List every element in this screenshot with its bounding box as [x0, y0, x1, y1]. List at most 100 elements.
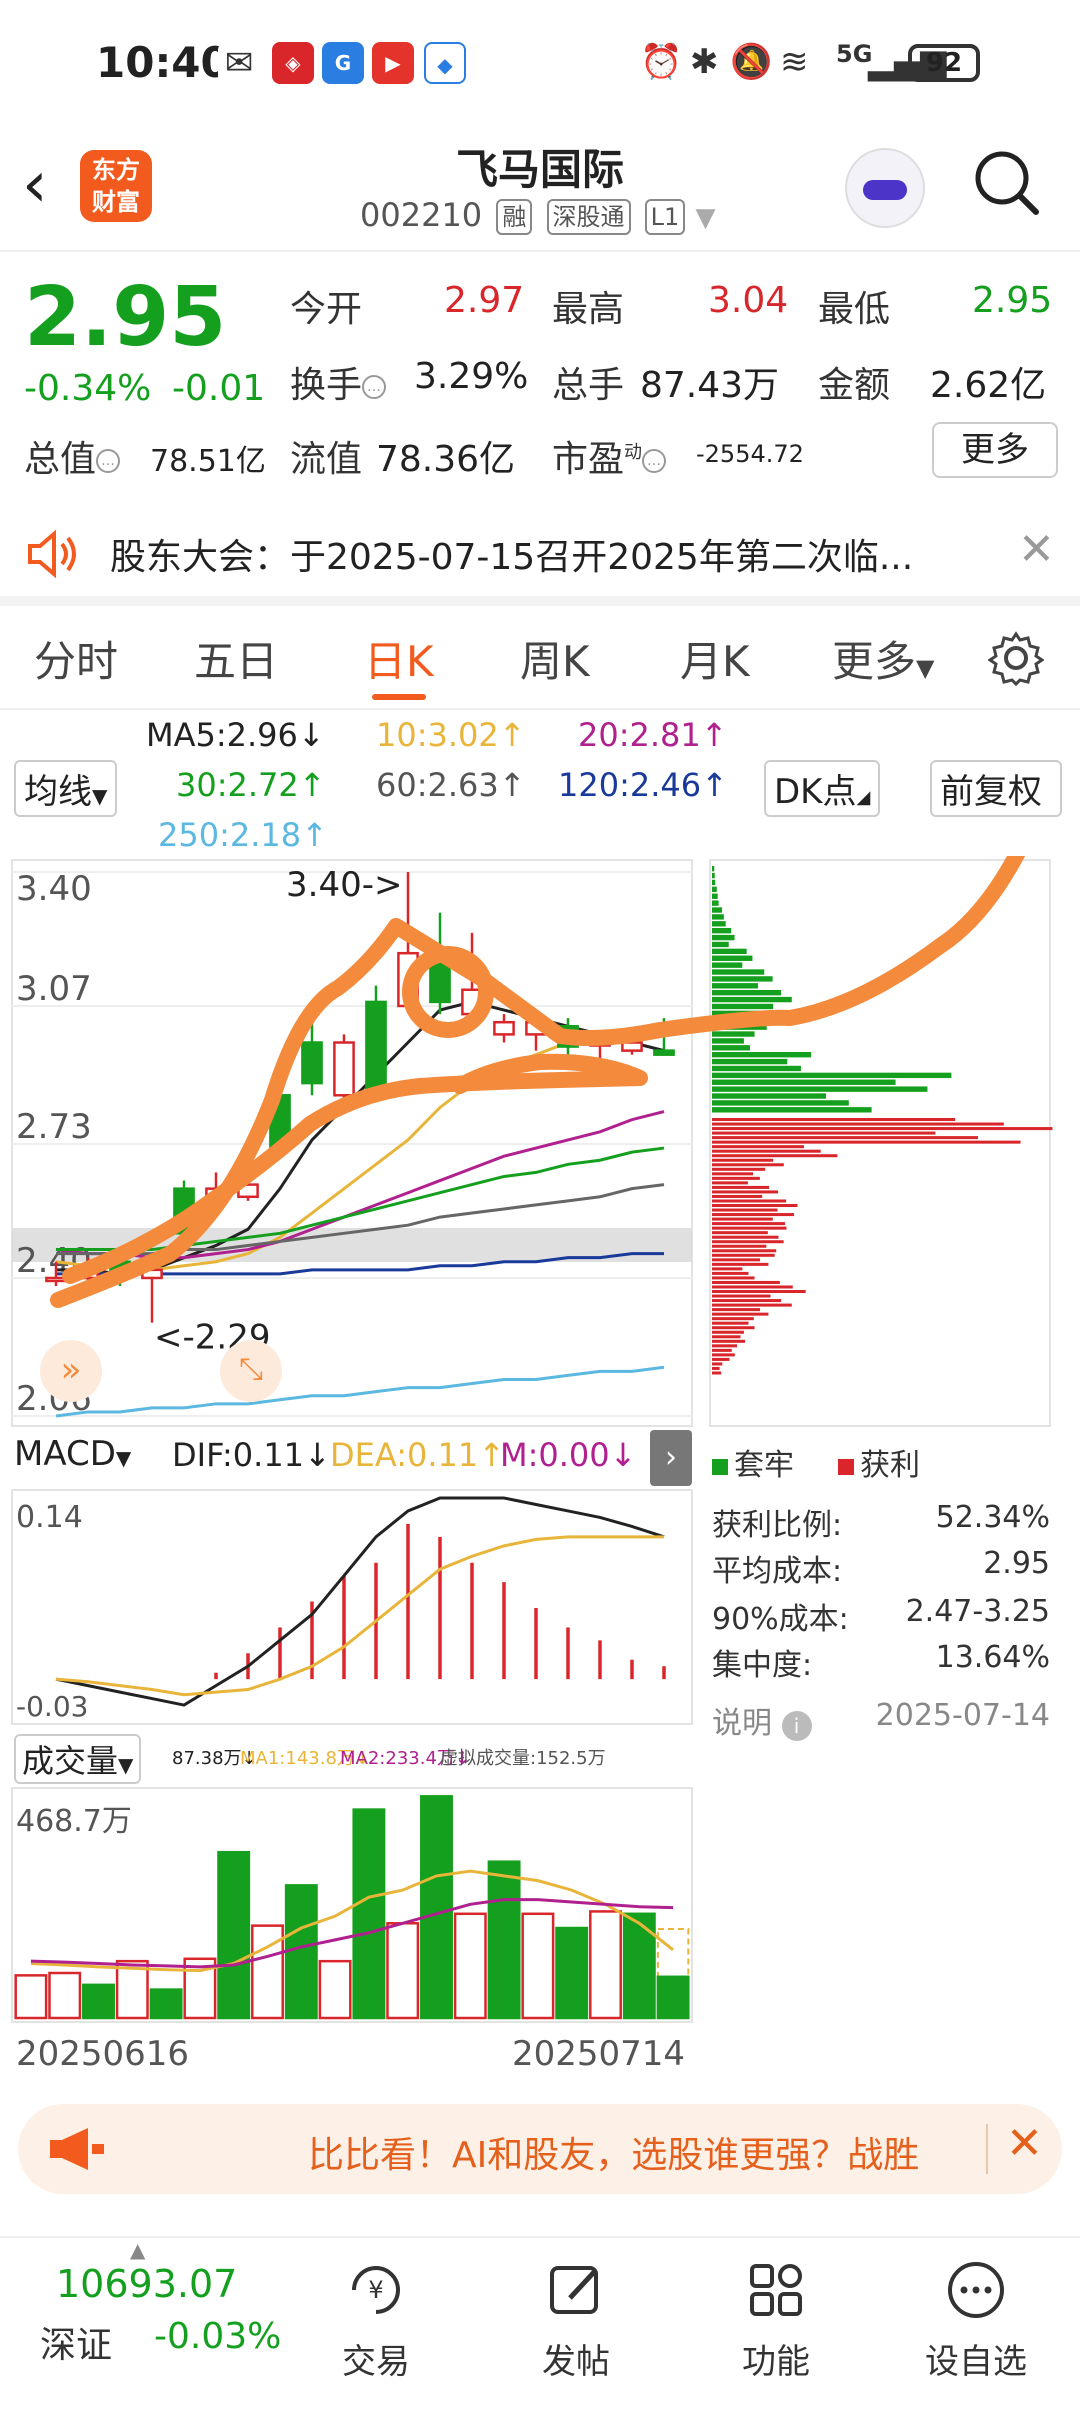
- chip-bar-profit: [712, 1299, 782, 1303]
- nav-post[interactable]: 发帖: [496, 2258, 656, 2383]
- high-annotation: 3.40->: [286, 865, 402, 905]
- battery-level: 92: [908, 44, 980, 82]
- chip-bar-profit: [712, 1199, 787, 1203]
- amount-label: 金额: [818, 365, 891, 406]
- dropdown-icon[interactable]: ▼: [695, 203, 715, 233]
- close-icon[interactable]: ✕: [1018, 524, 1055, 575]
- tab-more[interactable]: 更多▼: [832, 628, 934, 689]
- volume-bar: [487, 1860, 521, 2020]
- chip-bar-locked: [712, 976, 773, 982]
- ai-assistant-avatar[interactable]: [845, 148, 925, 228]
- nav-functions-label: 功能: [742, 2342, 810, 2382]
- float-label: 流值: [290, 439, 363, 480]
- chip-explain-link[interactable]: 说明 i: [712, 1698, 812, 1742]
- chevron-up-icon[interactable]: ▲: [130, 2238, 145, 2262]
- volume-select[interactable]: 成交量▼: [14, 1734, 142, 1784]
- status-bar: 10:40 ✉ ◈ G ▶ ◆ ⏰ ✱ 🔕 ≋ 5G ▂▄▆ 92: [0, 0, 1080, 130]
- chip-stat-label: 90%成本:: [712, 1602, 849, 1637]
- close-icon[interactable]: ✕: [1006, 2118, 1043, 2169]
- tab-intraday[interactable]: 分时: [34, 628, 118, 689]
- adjust-type-button[interactable]: 前复权: [930, 760, 1062, 817]
- info-icon[interactable]: …: [362, 375, 387, 399]
- expand-left-icon[interactable]: »: [40, 1340, 102, 1402]
- edit-post-icon: [550, 2266, 598, 2314]
- ma-type-select[interactable]: 均线▼: [14, 760, 118, 817]
- info-icon: i: [781, 1711, 812, 1741]
- search-icon[interactable]: [972, 148, 1042, 218]
- tab-daily-k[interactable]: 日K: [364, 628, 434, 689]
- chip-bar-locked: [712, 969, 765, 975]
- megaphone-icon: [50, 2128, 104, 2170]
- chip-bar-profit: [712, 1294, 771, 1298]
- more-button[interactable]: 更多: [932, 422, 1058, 478]
- chip-bar-profit: [712, 1240, 784, 1244]
- video-notify-icon: ▶: [372, 42, 414, 84]
- chip-bar-profit: [712, 1267, 743, 1271]
- index-name: 深证: [40, 2325, 113, 2366]
- chip-bar-locked: [712, 1003, 774, 1010]
- chip-bar-profit: [712, 1326, 755, 1330]
- chip-bar-profit: [712, 1149, 821, 1153]
- settings-gear-icon[interactable]: [988, 630, 1044, 686]
- tag-level: L1: [644, 199, 686, 235]
- stock-code: 002210: [360, 196, 483, 234]
- ma20-value: 20:2.81↑: [578, 716, 728, 754]
- tab-five-day[interactable]: 五日: [194, 628, 278, 689]
- nav-add-watchlist-label: 设自选: [925, 2342, 1027, 2382]
- stock-header: ‹ 东方 财富 飞马国际 002210 融 深股通 L1 ▼: [0, 130, 1080, 250]
- info-icon[interactable]: …: [642, 449, 667, 473]
- mktcap-value: 78.51亿: [150, 444, 266, 479]
- chevron-right-icon[interactable]: ›: [650, 1430, 692, 1486]
- chip-bar-locked: [712, 948, 747, 955]
- nav-functions[interactable]: 功能: [696, 2258, 856, 2383]
- chip-stat-label: 获利比例:: [712, 1508, 843, 1543]
- y-tick-label: 3.40: [16, 869, 92, 909]
- volume-bar: [622, 1912, 656, 2020]
- candle-body: [653, 1049, 675, 1056]
- nav-add-watchlist[interactable]: 设自选: [896, 2258, 1056, 2383]
- chip-bar-profit: [712, 1317, 754, 1321]
- chip-bar-locked: [712, 1045, 750, 1051]
- robot-visor-icon: [863, 180, 907, 200]
- chip-bar-profit: [712, 1222, 785, 1226]
- chip-bar-profit: [712, 1181, 748, 1185]
- index-change: -0.03%: [154, 2316, 282, 2357]
- ma10-value: 10:3.02↑: [376, 716, 526, 754]
- tag-margin: 融: [496, 199, 533, 235]
- tab-weekly-k[interactable]: 周K: [520, 628, 590, 689]
- chip-bar-locked: [712, 934, 735, 941]
- dk-point-button[interactable]: DK点◢: [764, 760, 881, 817]
- speaker-icon: [28, 530, 76, 578]
- macd-chart[interactable]: [0, 1488, 700, 1728]
- chip-bar-locked: [712, 921, 726, 927]
- chip-bar-locked: [712, 941, 729, 948]
- chip-bar-profit: [712, 1253, 775, 1257]
- info-icon[interactable]: …: [96, 449, 121, 473]
- low-value: 2.95: [972, 280, 1053, 321]
- pe-label: 市盈动…: [552, 430, 667, 482]
- chip-bar-locked: [712, 962, 743, 968]
- macd-select[interactable]: MACD▼: [14, 1434, 132, 1474]
- announcement-text: 股东大会：于2025-07-15召开2025年第二次临...: [110, 537, 914, 578]
- chip-bar-locked: [712, 886, 717, 893]
- fullscreen-icon[interactable]: ⤡: [220, 1340, 282, 1402]
- chip-bar-profit: [712, 1176, 760, 1180]
- banner-divider: [986, 2124, 988, 2174]
- chip-bar-profit: [712, 1344, 738, 1348]
- tab-monthly-k[interactable]: 月K: [680, 628, 750, 689]
- legend-swatch: [712, 1459, 728, 1475]
- ai-promo-banner[interactable]: 比比看！AI和股友，选股谁更强？战胜 ✕: [18, 2104, 1062, 2194]
- chip-date: 2025-07-14: [875, 1698, 1050, 1733]
- wifi-icon: ≋: [780, 42, 809, 82]
- volume-bar: [420, 1795, 453, 2020]
- chip-bar-profit: [712, 1122, 1004, 1126]
- nav-trade[interactable]: ¥ 交易: [296, 2258, 456, 2383]
- volume-bar: [656, 1975, 690, 2020]
- announcement-bar[interactable]: 股东大会：于2025-07-15召开2025年第二次临... ✕: [0, 500, 1080, 606]
- kline-chart[interactable]: 3.403.072.732.402.06 3.40-><-2.29: [0, 856, 1080, 1436]
- open-label: 今开: [290, 289, 363, 330]
- turnover-value: 3.29%: [414, 356, 529, 397]
- volume-bar: [589, 1910, 622, 2020]
- chip-bar-locked: [712, 900, 719, 906]
- index-value[interactable]: 10693.07: [56, 2262, 237, 2306]
